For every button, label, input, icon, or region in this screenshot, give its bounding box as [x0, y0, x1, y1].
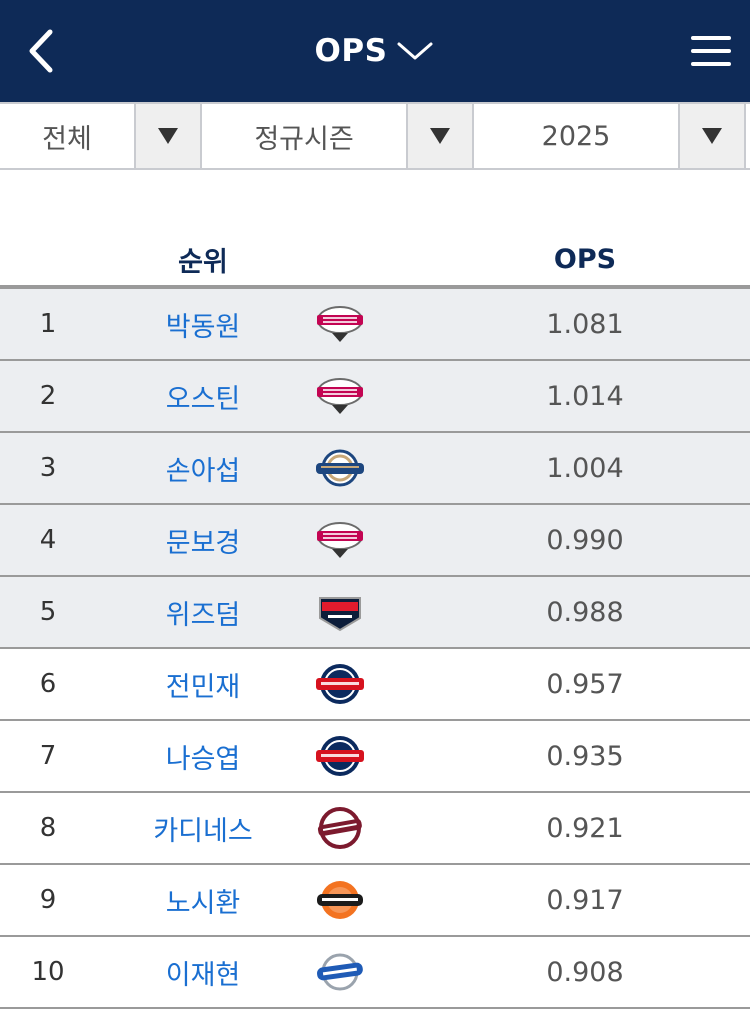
dinos-logo-icon: [312, 444, 368, 492]
ops-value: 0.917: [546, 884, 624, 916]
ranking-table: 1 박동원 1.081 2 오스틴 1.014 3 손아섭 1.004 4 문보…: [0, 289, 750, 1009]
ops-column-header: OPS: [553, 243, 617, 275]
table-row[interactable]: 7 나승엽 0.935: [0, 721, 750, 793]
ops-value: 0.957: [546, 668, 624, 700]
rank-cell: 6: [39, 669, 57, 699]
table-row[interactable]: 5 위즈덤 0.988: [0, 577, 750, 649]
rank-cell: 2: [39, 381, 57, 411]
twins-logo-icon: [312, 300, 368, 348]
ops-value: 0.990: [546, 524, 624, 556]
rank-cell: 3: [39, 453, 57, 483]
eagles-logo-icon: [312, 876, 368, 924]
rank-cell: 10: [31, 957, 65, 987]
app-header: OPS: [0, 0, 750, 102]
rank-cell: 8: [39, 813, 57, 843]
table-row[interactable]: 4 문보경 0.990: [0, 505, 750, 577]
twins-logo-icon: [312, 372, 368, 420]
player-name-link[interactable]: 오스틴: [130, 361, 276, 431]
team-filter-dropdown-button[interactable]: [134, 104, 202, 168]
ops-value: 0.988: [546, 596, 624, 628]
back-button[interactable]: [22, 26, 72, 76]
chevron-down-icon[interactable]: [395, 38, 435, 64]
rank-cell: 5: [39, 597, 57, 627]
hamburger-menu-icon: [691, 36, 731, 66]
player-name-link[interactable]: 문보경: [130, 505, 276, 575]
giants-logo-icon: [312, 660, 368, 708]
page-title[interactable]: OPS: [315, 33, 388, 69]
triangle-down-icon: [702, 128, 722, 144]
season-type-select[interactable]: 정규시즌: [202, 104, 406, 168]
table-row[interactable]: 3 손아섭 1.004: [0, 433, 750, 505]
rank-cell: 4: [39, 525, 57, 555]
ops-value: 1.014: [546, 380, 624, 412]
table-row[interactable]: 6 전민재 0.957: [0, 649, 750, 721]
rank-cell: 9: [39, 885, 57, 915]
year-select[interactable]: 2025: [474, 104, 678, 168]
tigers-logo-icon: [312, 588, 368, 636]
ops-value: 1.004: [546, 452, 624, 484]
player-name-link[interactable]: 노시환: [130, 865, 276, 935]
twins-logo-icon: [312, 516, 368, 564]
rank-cell: 7: [39, 741, 57, 771]
table-row[interactable]: 8 카디네스 0.921: [0, 793, 750, 865]
lions-logo-icon: [312, 948, 368, 996]
season-type-dropdown-button[interactable]: [406, 104, 474, 168]
ops-value: 0.921: [546, 812, 624, 844]
table-row[interactable]: 2 오스틴 1.014: [0, 361, 750, 433]
rank-column-header: 순위: [178, 246, 228, 278]
player-name-link[interactable]: 박동원: [130, 289, 276, 359]
table-row[interactable]: 1 박동원 1.081: [0, 289, 750, 361]
rank-cell: 1: [39, 309, 57, 339]
ops-value: 1.081: [546, 308, 624, 340]
kiwoom-logo-icon: [312, 804, 368, 852]
team-filter-select[interactable]: 전체: [0, 104, 134, 168]
giants-logo-icon: [312, 732, 368, 780]
ops-value: 0.908: [546, 956, 624, 988]
ops-value: 0.935: [546, 740, 624, 772]
table-row[interactable]: 10 이재현 0.908: [0, 937, 750, 1009]
player-name-link[interactable]: 나승엽: [130, 721, 276, 791]
player-name-link[interactable]: 전민재: [130, 649, 276, 719]
player-name-link[interactable]: 이재현: [130, 937, 276, 1007]
filter-bar: 전체 정규시즌 2025: [0, 102, 750, 170]
player-name-link[interactable]: 위즈덤: [130, 577, 276, 647]
player-name-link[interactable]: 손아섭: [130, 433, 276, 503]
player-name-link[interactable]: 카디네스: [130, 793, 276, 863]
menu-button[interactable]: [689, 34, 733, 68]
table-row[interactable]: 9 노시환 0.917: [0, 865, 750, 937]
year-dropdown-button[interactable]: [678, 104, 746, 168]
triangle-down-icon: [158, 128, 178, 144]
chevron-left-icon: [29, 29, 53, 73]
triangle-down-icon: [430, 128, 450, 144]
